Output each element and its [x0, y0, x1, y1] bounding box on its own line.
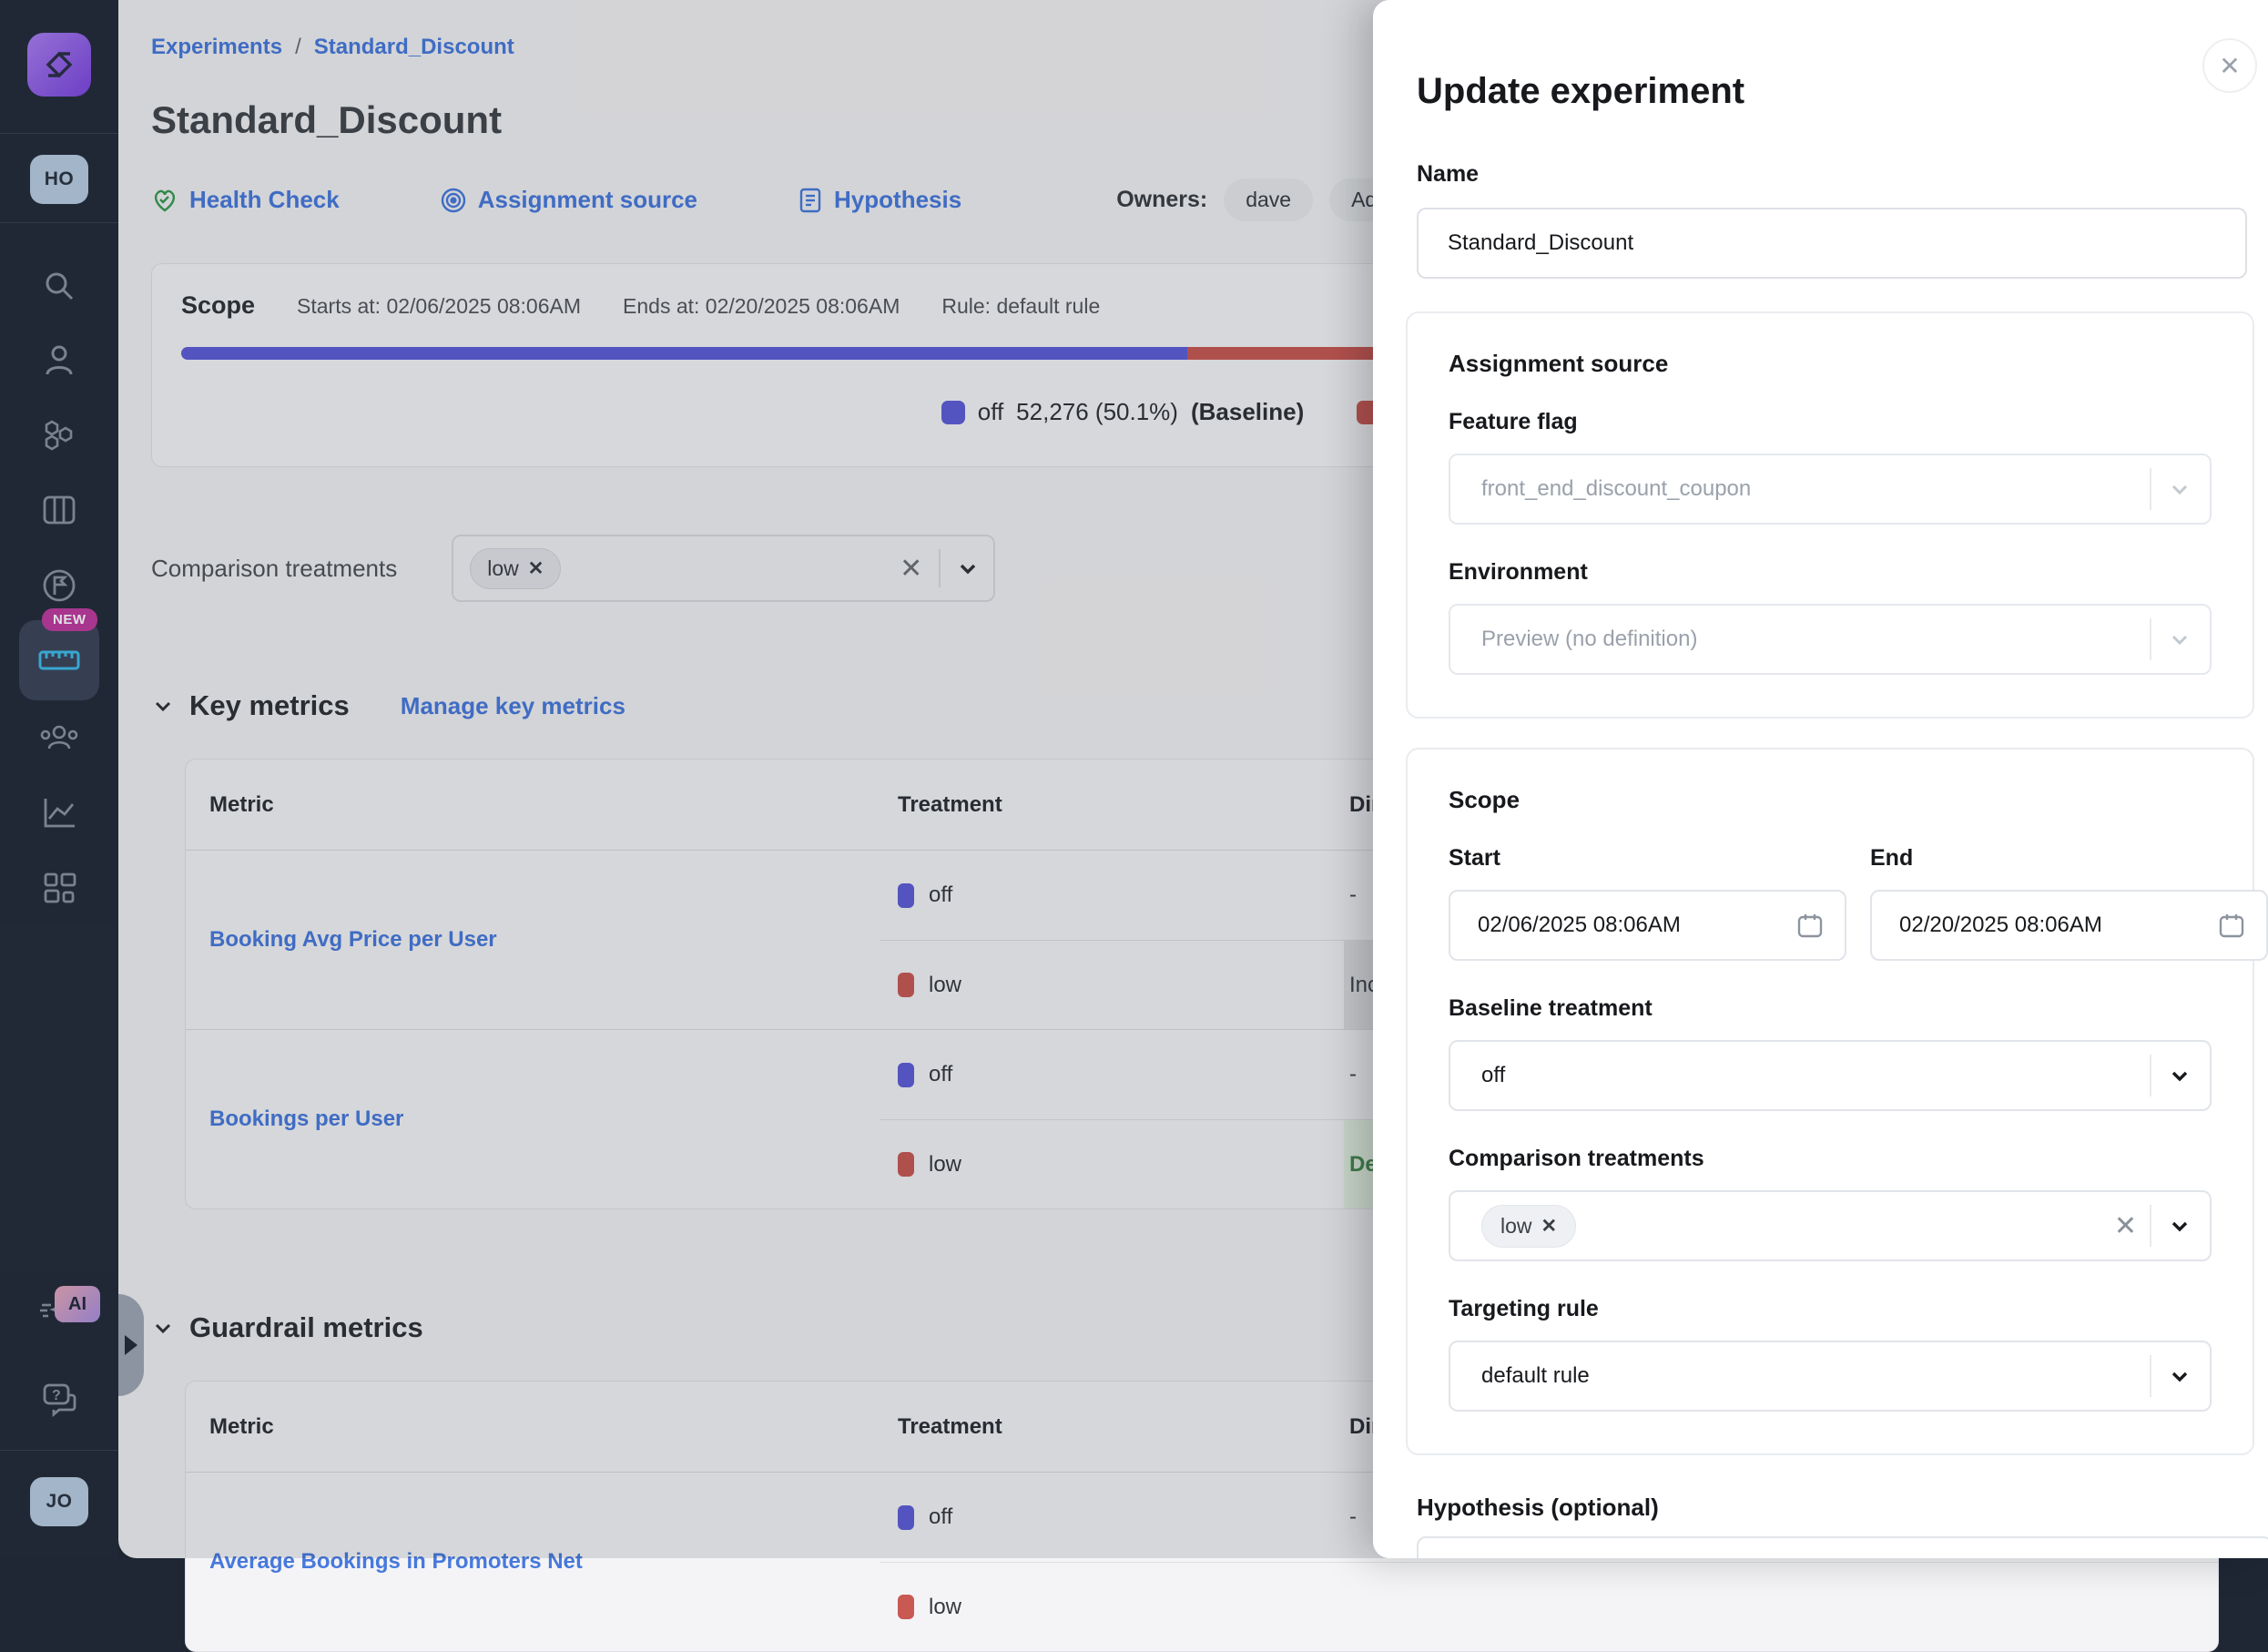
targeting-rule-select[interactable]: default rule — [1449, 1341, 2212, 1412]
low-swatch — [898, 1595, 914, 1619]
assignment-source-title: Assignment source — [1449, 350, 2212, 378]
name-label: Name — [1417, 161, 2268, 188]
divider — [2150, 468, 2151, 510]
targeting-rule-label: Targeting rule — [1449, 1296, 2212, 1322]
end-date-input[interactable]: 02/20/2025 08:06AM — [1870, 890, 2268, 961]
update-experiment-drawer: ✕ Update experiment Name Assignment sour… — [1373, 0, 2268, 1558]
feature-flag-select[interactable]: front_end_discount_coupon — [1449, 454, 2212, 525]
divider — [2150, 618, 2151, 660]
environment-label: Environment — [1449, 559, 2212, 586]
calendar-icon[interactable] — [2217, 911, 2246, 940]
feature-flag-label: Feature flag — [1449, 409, 2212, 435]
select-clear-icon[interactable]: ✕ — [2114, 1210, 2137, 1242]
chip-remove-icon[interactable]: ✕ — [1541, 1215, 1558, 1238]
scope-card: Scope Start 02/06/2025 08:06AM End 02/20… — [1406, 748, 2254, 1455]
chevron-down-icon[interactable] — [2166, 1362, 2193, 1390]
name-input[interactable] — [1417, 208, 2247, 279]
start-label: Start — [1449, 845, 1846, 872]
baseline-treatment-label: Baseline treatment — [1449, 995, 2212, 1022]
hypothesis-textarea[interactable] — [1417, 1536, 2268, 1558]
hypothesis-label: Hypothesis (optional) — [1417, 1494, 2268, 1522]
drawer-title: Update experiment — [1417, 71, 2268, 112]
divider — [2150, 1205, 2151, 1247]
divider — [2150, 1055, 2151, 1096]
scope-title: Scope — [1449, 786, 2212, 814]
chevron-down-icon — [2166, 475, 2193, 503]
chevron-down-icon[interactable] — [2166, 1062, 2193, 1089]
close-icon[interactable]: ✕ — [2202, 38, 2257, 93]
assignment-source-card: Assignment source Feature flag front_end… — [1406, 311, 2254, 719]
comparison-treatments-select[interactable]: low ✕ ✕ — [1449, 1190, 2212, 1261]
treatment-sub-row: low — [880, 1562, 2218, 1651]
environment-select[interactable]: Preview (no definition) — [1449, 604, 2212, 675]
treatment-chip-low[interactable]: low ✕ — [1481, 1205, 1576, 1248]
chevron-down-icon — [2166, 626, 2193, 653]
direction-value — [1344, 1563, 2218, 1651]
divider — [2150, 1355, 2151, 1397]
calendar-icon[interactable] — [1795, 911, 1825, 940]
comparison-treatments-label: Comparison treatments — [1449, 1146, 2212, 1172]
end-label: End — [1870, 845, 2268, 872]
chevron-down-icon[interactable] — [2166, 1212, 2193, 1239]
start-date-input[interactable]: 02/06/2025 08:06AM — [1449, 890, 1846, 961]
baseline-treatment-select[interactable]: off — [1449, 1040, 2212, 1111]
